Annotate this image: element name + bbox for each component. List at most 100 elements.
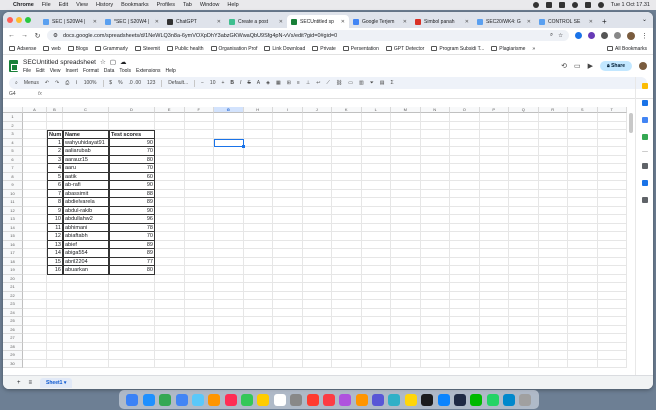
grid-cell[interactable]: [214, 181, 244, 190]
grid-cell[interactable]: [332, 155, 362, 164]
table-cell[interactable]: aarauz15: [63, 155, 109, 164]
print-icon[interactable]: ⎙: [65, 80, 69, 86]
grid-cell[interactable]: [538, 147, 568, 156]
grid-cell[interactable]: [568, 351, 598, 360]
grid-cell[interactable]: [597, 138, 627, 147]
row-header[interactable]: 10: [3, 189, 23, 198]
grid-cell[interactable]: [568, 232, 598, 241]
grid-cell[interactable]: [184, 198, 214, 207]
grid-cell[interactable]: [509, 308, 539, 317]
grid-cell[interactable]: [109, 274, 155, 283]
extensions-puzzle-icon[interactable]: [601, 32, 608, 39]
grid-cell[interactable]: [302, 308, 332, 317]
table-cell[interactable]: 89: [109, 249, 155, 258]
grid-cell[interactable]: [243, 334, 273, 343]
table-cell[interactable]: 6: [47, 181, 63, 190]
grid-cell[interactable]: [450, 266, 480, 275]
dock-app-icon[interactable]: [453, 393, 466, 406]
grid-cell[interactable]: [109, 342, 155, 351]
grid-cell[interactable]: [450, 155, 480, 164]
grid-cell[interactable]: [568, 215, 598, 224]
decimal-format[interactable]: .0 .00: [129, 80, 142, 86]
table-cell[interactable]: aaliarubab: [63, 147, 109, 156]
row-header[interactable]: 21: [3, 283, 23, 292]
grid-cell[interactable]: [391, 283, 421, 292]
share-button[interactable]: 🔒︎ Share: [600, 61, 632, 71]
sheets-menu-edit[interactable]: Edit: [36, 68, 45, 74]
grid-cell[interactable]: [243, 240, 273, 249]
table-cell[interactable]: 60: [109, 172, 155, 181]
row-header[interactable]: 3: [3, 130, 23, 139]
grid-cell[interactable]: [155, 121, 185, 130]
grid-cell[interactable]: [184, 223, 214, 232]
table-cell[interactable]: 90: [109, 181, 155, 190]
grid-cell[interactable]: [63, 317, 109, 326]
grid-cell[interactable]: [391, 291, 421, 300]
grid-cell[interactable]: [450, 300, 480, 309]
grid-cell[interactable]: [302, 181, 332, 190]
grid-cell[interactable]: [302, 342, 332, 351]
table-cell[interactable]: 11: [47, 223, 63, 232]
grid-cell[interactable]: [597, 300, 627, 309]
grid-cell[interactable]: [479, 198, 509, 207]
row-header[interactable]: 14: [3, 223, 23, 232]
grid-cell[interactable]: [155, 147, 185, 156]
grid-cell[interactable]: [538, 223, 568, 232]
row-header[interactable]: 9: [3, 181, 23, 190]
dock-app-icon[interactable]: [486, 393, 499, 406]
grid-cell[interactable]: [243, 155, 273, 164]
grid-cell[interactable]: [47, 334, 63, 343]
grid-cell[interactable]: [568, 198, 598, 207]
grid-cell[interactable]: [23, 198, 47, 207]
grid-cell[interactable]: [509, 300, 539, 309]
dock-app-icon[interactable]: [437, 393, 450, 406]
grid-cell[interactable]: [450, 257, 480, 266]
grid-cell[interactable]: [214, 130, 244, 139]
row-header[interactable]: 15: [3, 232, 23, 241]
grid-cell[interactable]: [361, 223, 391, 232]
grid-cell[interactable]: [391, 342, 421, 351]
grid-cell[interactable]: [597, 317, 627, 326]
table-cell[interactable]: 8: [47, 198, 63, 207]
grid-cell[interactable]: [243, 249, 273, 258]
grid-cell[interactable]: [479, 291, 509, 300]
grid-cell[interactable]: [184, 240, 214, 249]
grid-cell[interactable]: [450, 138, 480, 147]
grid-cell[interactable]: [597, 223, 627, 232]
table-cell[interactable]: abiaftabh: [63, 232, 109, 241]
cloud-icon[interactable]: [545, 2, 552, 8]
grid-cell[interactable]: [63, 334, 109, 343]
grid-cell[interactable]: [568, 249, 598, 258]
grid-cell[interactable]: [597, 172, 627, 181]
grid-cell[interactable]: [568, 155, 598, 164]
close-tab-icon[interactable]: ✕: [155, 19, 159, 25]
grid-cell[interactable]: [243, 206, 273, 215]
grid-cell[interactable]: [568, 342, 598, 351]
grid-cell[interactable]: [450, 325, 480, 334]
grid-cell[interactable]: [597, 215, 627, 224]
grid-cell[interactable]: [420, 147, 450, 156]
grid-cell[interactable]: [391, 121, 421, 130]
table-cell[interactable]: abdul-rakib: [63, 206, 109, 215]
bookmark-item[interactable]: Program Subsidi T...: [431, 46, 484, 52]
grid-cell[interactable]: [332, 291, 362, 300]
menus-search[interactable]: Menus: [24, 80, 39, 86]
grid-cell[interactable]: [568, 121, 598, 130]
grid-cell[interactable]: [23, 249, 47, 258]
grid-cell[interactable]: [391, 249, 421, 258]
browser-tab[interactable]: *SEC | S20W4 | ✕: [101, 15, 163, 28]
grid-cell[interactable]: [361, 130, 391, 139]
grid-cell[interactable]: [391, 334, 421, 343]
grid-cell[interactable]: [332, 334, 362, 343]
grid-cell[interactable]: [361, 172, 391, 181]
more-menu-icon[interactable]: ⋮: [641, 32, 648, 40]
grid-cell[interactable]: [23, 291, 47, 300]
grid-cell[interactable]: [420, 138, 450, 147]
vertical-scrollbar[interactable]: [629, 113, 633, 133]
grid-cell[interactable]: [155, 155, 185, 164]
grid-cell[interactable]: [155, 334, 185, 343]
sidebar-icon[interactable]: [614, 32, 621, 39]
grid-cell[interactable]: [273, 300, 303, 309]
grid-cell[interactable]: [509, 274, 539, 283]
grid-cell[interactable]: [332, 283, 362, 292]
